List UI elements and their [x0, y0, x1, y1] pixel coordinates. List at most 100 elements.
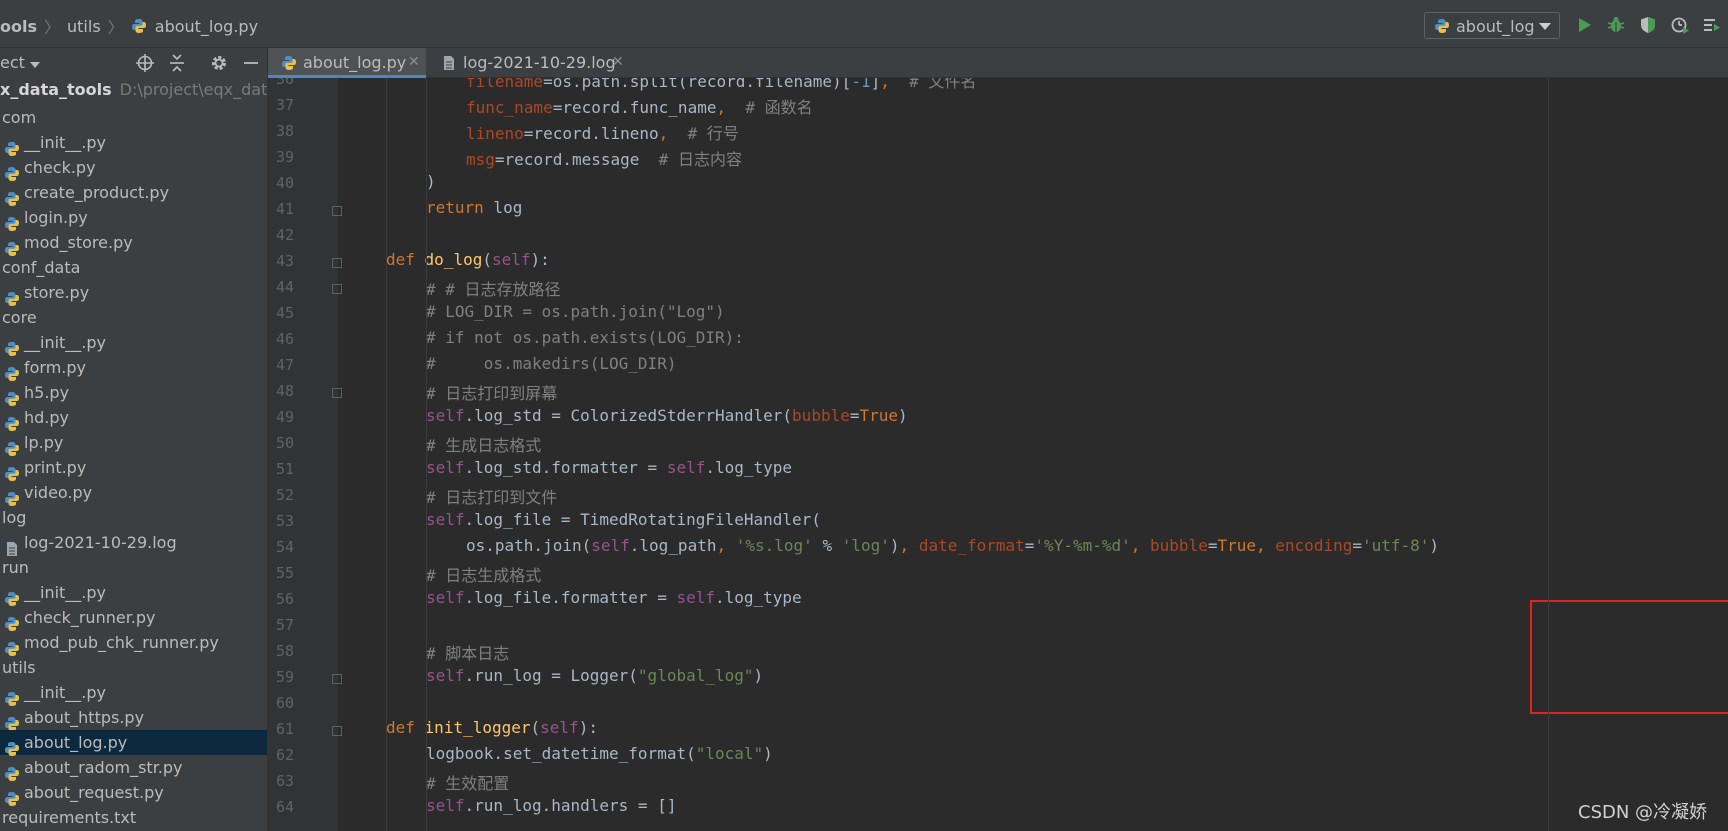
tree-file[interactable]: __init__.py: [0, 680, 267, 706]
close-icon[interactable]: ✕: [408, 54, 420, 70]
tree-file[interactable]: check_runner.py: [0, 605, 267, 631]
tree-file[interactable]: video.py: [0, 480, 267, 506]
close-icon[interactable]: ✕: [612, 54, 624, 70]
code-line[interactable]: # LOG_DIR = os.path.join("Log"): [426, 302, 725, 328]
code-line[interactable]: def do_log(self):: [386, 250, 550, 276]
tree-file[interactable]: __init__.py: [0, 330, 267, 356]
tree-folder[interactable]: utils: [0, 655, 267, 680]
breadcrumb-separator: 〉: [107, 18, 124, 37]
tab-label: log-2021-10-29.log: [463, 53, 616, 72]
profiler-icon[interactable]: [1670, 15, 1690, 35]
python-run-config-icon: [1435, 19, 1449, 33]
run-configuration-label: about_log: [1456, 17, 1535, 36]
code-line[interactable]: filename=os.path.split(record.filename)[…: [466, 78, 976, 94]
play-icon[interactable]: [1574, 15, 1594, 35]
code-line[interactable]: lineno=record.lineno, # 行号: [466, 120, 739, 146]
code-line[interactable]: self.log_file.formatter = self.log_type: [426, 588, 802, 614]
code-line[interactable]: # 日志打印到屏幕: [426, 380, 557, 406]
tree-file[interactable]: lp.py: [0, 430, 267, 456]
code-line[interactable]: return log: [426, 198, 522, 224]
code-line[interactable]: logbook.set_datetime_format("local"): [426, 744, 773, 770]
tree-item-label: log-2021-10-29.log: [24, 533, 177, 552]
tree-file[interactable]: print.py: [0, 455, 267, 481]
fold-marker-icon[interactable]: [332, 674, 342, 684]
tree-file[interactable]: create_product.py: [0, 180, 267, 206]
navigation-bar: ools 〉 utils 〉 about_log.py about_log: [0, 0, 1728, 48]
code-editor[interactable]: 36 37 38 39 40 41 42 43 44 45 46 47 48 49 50 51 52 53 54 55…: [268, 78, 1728, 831]
tree-folder[interactable]: core: [0, 305, 267, 330]
code-line[interactable]: self.log_file = TimedRotatingFileHandler…: [426, 510, 821, 536]
tree-file[interactable]: mod_pub_chk_runner.py: [0, 630, 267, 656]
tree-item-label: print.py: [24, 458, 87, 477]
tree-folder[interactable]: com: [0, 105, 267, 130]
tree-file[interactable]: __init__.py: [0, 580, 267, 606]
locate-icon[interactable]: [135, 53, 155, 73]
breadcrumb-root[interactable]: ools: [0, 17, 37, 36]
tree-file[interactable]: form.py: [0, 355, 267, 381]
code-line[interactable]: # if not os.path.exists(LOG_DIR):: [426, 328, 744, 354]
code-line[interactable]: # # 日志存放路径: [426, 276, 561, 302]
code-line[interactable]: self.log_std = ColorizedStderrHandler(bu…: [426, 406, 908, 432]
minimize-icon[interactable]: [241, 53, 261, 73]
tree-item-label: h5.py: [24, 383, 70, 402]
code-line[interactable]: # 生效配置: [426, 770, 509, 796]
tab-about-log-py[interactable]: about_log.py ✕: [268, 48, 426, 78]
code-line[interactable]: # 脚本日志: [426, 640, 509, 666]
code-line[interactable]: ): [426, 172, 436, 198]
tree-file[interactable]: hd.py: [0, 405, 267, 431]
project-view-select[interactable]: ect: [0, 53, 25, 72]
fold-marker-icon[interactable]: [332, 726, 342, 736]
tree-file[interactable]: about_https.py: [0, 705, 267, 731]
project-root[interactable]: x_data_tools D:\project\eqx_data_to: [0, 80, 267, 105]
tree-file[interactable]: store.py: [0, 280, 267, 306]
tree-file[interactable]: about_request.py: [0, 780, 267, 806]
tree-item-label: mod_pub_chk_runner.py: [24, 633, 219, 652]
tree-item-label: __init__.py: [24, 683, 107, 702]
code-line[interactable]: func_name=record.func_name, # 函数名: [466, 94, 813, 120]
run-list-icon[interactable]: [1702, 15, 1722, 35]
run-configuration-select[interactable]: about_log: [1424, 12, 1560, 39]
tree-file[interactable]: login.py: [0, 205, 267, 231]
breadcrumb-folder[interactable]: utils: [67, 17, 101, 36]
code-line[interactable]: self.run_log = Logger("global_log"): [426, 666, 763, 692]
tree-item-label: about_request.py: [24, 783, 164, 802]
tree-item-label: about_radom_str.py: [24, 758, 183, 777]
line-number: 47: [275, 356, 294, 374]
gear-icon[interactable]: [209, 53, 229, 73]
tree-file[interactable]: about_log.py: [0, 730, 267, 756]
tree-folder[interactable]: log: [0, 505, 267, 530]
bug-icon[interactable]: [1606, 15, 1626, 35]
line-number: 42: [275, 226, 294, 244]
breadcrumb-file[interactable]: about_log.py: [155, 17, 258, 36]
tree-file[interactable]: h5.py: [0, 380, 267, 406]
code-line[interactable]: # 日志打印到文件: [426, 484, 557, 510]
code-line[interactable]: # 日志生成格式: [426, 562, 541, 588]
code-line[interactable]: # 生成日志格式: [426, 432, 541, 458]
editor-tabs: about_log.py ✕ log-2021-10-29.log ✕: [268, 48, 1728, 78]
line-number: 64: [275, 798, 294, 816]
code-line[interactable]: os.path.join(self.log_path, '%s.log' % '…: [466, 536, 1439, 562]
tree-file[interactable]: log-2021-10-29.log: [0, 530, 267, 556]
tree-file[interactable]: check.py: [0, 155, 267, 181]
code-line[interactable]: msg=record.message # 日志内容: [466, 146, 742, 172]
tree-file[interactable]: about_radom_str.py: [0, 755, 267, 781]
code-line[interactable]: # os.makedirs(LOG_DIR): [426, 354, 676, 380]
collapse-all-icon[interactable]: [167, 53, 187, 73]
line-number: 55: [275, 564, 294, 582]
tree-item-label: run: [2, 558, 29, 577]
code-line[interactable]: self.run_log.handlers = []: [426, 796, 676, 822]
fold-marker-icon[interactable]: [332, 388, 342, 398]
tree-file[interactable]: mod_store.py: [0, 230, 267, 256]
tree-folder[interactable]: conf_data: [0, 255, 267, 280]
code-line[interactable]: self.log_std.formatter = self.log_type: [426, 458, 792, 484]
tab-log-file[interactable]: log-2021-10-29.log ✕: [428, 48, 628, 78]
tree-file[interactable]: __init__.py: [0, 130, 267, 156]
tree-folder[interactable]: run: [0, 555, 267, 580]
code-line[interactable]: def init_logger(self):: [386, 718, 598, 744]
shield-icon[interactable]: [1638, 15, 1658, 35]
fold-marker-icon[interactable]: [332, 258, 342, 268]
fold-marker-icon[interactable]: [332, 206, 342, 216]
tree-file[interactable]: requirements.txt: [0, 805, 267, 830]
chevron-down-icon[interactable]: [30, 62, 40, 68]
fold-marker-icon[interactable]: [332, 284, 342, 294]
